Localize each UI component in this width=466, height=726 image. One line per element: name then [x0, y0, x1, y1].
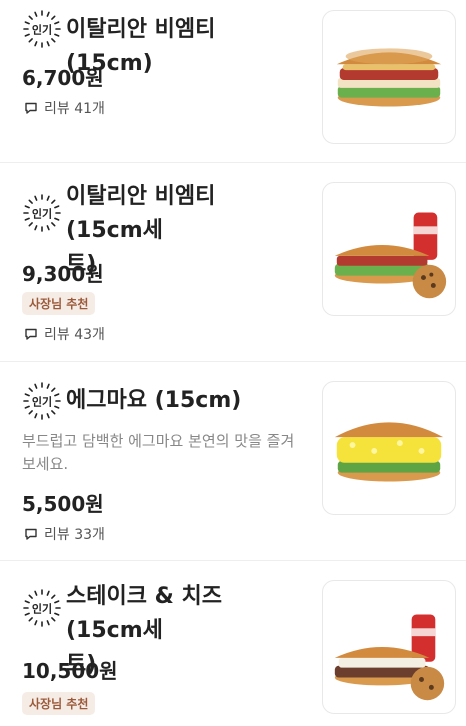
menu-item-price: 5,500원: [22, 492, 104, 516]
menu-item[interactable]: 인기 이탈리안 비엠티 (15cm세 트) 9,300원 사장님 추천 리뷰 4…: [0, 164, 466, 362]
review-count-label: 리뷰 41개: [44, 101, 105, 117]
svg-text:인기: 인기: [32, 23, 52, 37]
menu-item-title: 에그마요 (15cm): [66, 388, 242, 413]
egg-mayo-sandwich-image: [322, 381, 456, 515]
menu-item-price: 10,500원: [22, 659, 118, 683]
menu-item[interactable]: 인기 이탈리안 비엠티 (15cm) 6,700원 리뷰 41개: [0, 0, 466, 163]
sandwich-set-image: [322, 182, 456, 316]
comment-icon: [24, 101, 38, 115]
comment-icon: [24, 527, 38, 541]
review-count: 리뷰 41개: [24, 98, 105, 118]
popular-badge-icon: 인기: [22, 193, 62, 233]
svg-text:인기: 인기: [32, 207, 52, 221]
review-count: 리뷰 33개: [24, 524, 105, 544]
owner-recommend-tag: 사장님 추천: [22, 292, 96, 315]
menu-item-description: 부드럽고 담백한 에그마요 본연의 맛을 즐겨 보세요.: [22, 430, 312, 476]
steak-cheese-set-image: [322, 580, 456, 714]
svg-text:인기: 인기: [32, 602, 52, 616]
review-count-label: 리뷰 43개: [44, 327, 105, 343]
menu-item-price: 9,300원: [22, 262, 104, 286]
popular-badge-icon: 인기: [22, 381, 62, 421]
review-count-label: 리뷰 33개: [44, 527, 105, 543]
review-count: 리뷰 43개: [24, 324, 105, 344]
comment-icon: [24, 327, 38, 341]
menu-item-price: 6,700원: [22, 66, 104, 90]
popular-badge-icon: 인기: [22, 588, 62, 628]
popular-badge-icon: 인기: [22, 9, 62, 49]
sandwich-image: [322, 10, 456, 144]
menu-item[interactable]: 인기 에그마요 (15cm) 부드럽고 담백한 에그마요 본연의 맛을 즐겨 보…: [0, 363, 466, 561]
svg-text:인기: 인기: [32, 395, 52, 409]
menu-item-title-line: 이탈리안 비엠티 (15cm세: [66, 184, 216, 243]
menu-item-description-line: 보세요.: [22, 455, 69, 473]
menu-item[interactable]: 인기 스테이크 & 치즈 (15cm세 트) 10,500원 사장님 추천: [0, 562, 466, 726]
menu-item-description-line: 부드럽고 담백한 에그마요 본연의 맛을 즐겨: [22, 432, 295, 450]
owner-recommend-tag: 사장님 추천: [22, 692, 96, 715]
menu-item-title-line: 스테이크 & 치즈 (15cm세: [66, 584, 222, 643]
